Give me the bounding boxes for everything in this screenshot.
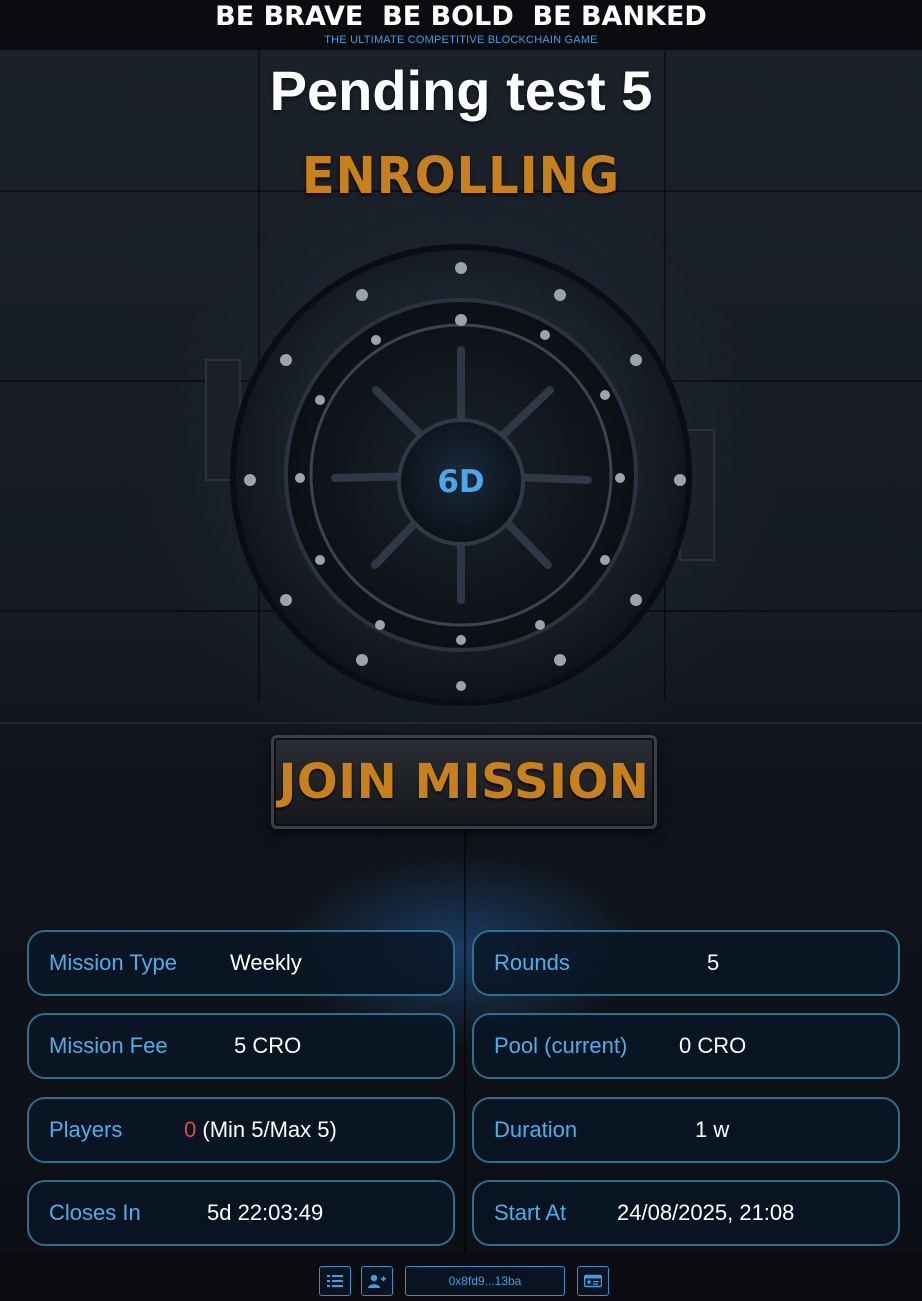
closes-in-label: Closes In bbox=[49, 1200, 141, 1225]
mission-title: Pending test 5 bbox=[269, 59, 653, 122]
profile-card-button[interactable] bbox=[577, 1266, 609, 1296]
players-label: Players bbox=[49, 1117, 123, 1142]
pool-label: Pool (current) bbox=[494, 1033, 628, 1058]
tagline: THE ULTIMATE COMPETITIVE BLOCKCHAIN GAME bbox=[324, 34, 598, 46]
players-range: (Min 5/Max 5) bbox=[196, 1117, 337, 1142]
start-at-card: Start At 24/08/2025, 21:08 bbox=[472, 1180, 900, 1246]
start-at-label: Start At bbox=[494, 1200, 567, 1225]
rounds-label: Rounds bbox=[494, 950, 570, 975]
pool-value: 0 CRO bbox=[679, 1033, 747, 1058]
status-label: ENROLLING bbox=[301, 146, 621, 206]
bottom-toolbar: 0x8fd9...13ba bbox=[0, 1252, 922, 1301]
mission-scene: Pending test 5 ENROLLING 6D JOIN MISSION… bbox=[0, 50, 922, 1252]
rounds-value: 5 bbox=[707, 950, 720, 975]
floor-seam bbox=[464, 822, 466, 1252]
players-value: 0 (Min 5/Max 5) bbox=[184, 1117, 337, 1143]
wallet-address-button[interactable]: 0x8fd9...13ba bbox=[405, 1266, 565, 1296]
mission-fee-label: Mission Fee bbox=[49, 1033, 168, 1058]
add-user-button[interactable] bbox=[361, 1266, 393, 1296]
wallet-address: 0x8fd9...13ba bbox=[448, 1274, 522, 1288]
mission-type-card: Mission Type Weekly bbox=[27, 930, 455, 996]
closes-in-card: Closes In 5d 22:03:49 bbox=[27, 1180, 455, 1246]
start-at-value: 24/08/2025, 21:08 bbox=[617, 1200, 795, 1225]
rounds-card: Rounds 5 bbox=[472, 930, 900, 996]
duration-value: 1 w bbox=[695, 1117, 730, 1142]
players-card: Players 0 (Min 5/Max 5) bbox=[27, 1097, 455, 1163]
duration-card: Duration 1 w bbox=[472, 1097, 900, 1163]
id-card-icon bbox=[584, 1274, 602, 1288]
mission-fee-card: Mission Fee 5 CRO bbox=[27, 1013, 455, 1079]
top-banner: BE BRAVE BE BOLD BE BANKED THE ULTIMATE … bbox=[0, 0, 922, 50]
missions-list-button[interactable] bbox=[319, 1266, 351, 1296]
mission-type-label: Mission Type bbox=[49, 950, 177, 975]
duration-label: Duration bbox=[494, 1117, 578, 1142]
vault-countdown-label: 6D bbox=[437, 464, 485, 500]
add-user-icon bbox=[368, 1274, 386, 1288]
pool-card: Pool (current) 0 CRO bbox=[472, 1013, 900, 1079]
closes-in-value: 5d 22:03:49 bbox=[207, 1200, 324, 1225]
mission-fee-value: 5 CRO bbox=[234, 1033, 302, 1058]
join-mission-button[interactable]: JOIN MISSION bbox=[271, 735, 657, 829]
floor-edge bbox=[0, 722, 922, 724]
players-count: 0 bbox=[184, 1117, 197, 1142]
slogan: BE BRAVE BE BOLD BE BANKED bbox=[215, 1, 707, 32]
list-icon bbox=[327, 1275, 343, 1287]
mission-type-value: Weekly bbox=[230, 950, 302, 975]
